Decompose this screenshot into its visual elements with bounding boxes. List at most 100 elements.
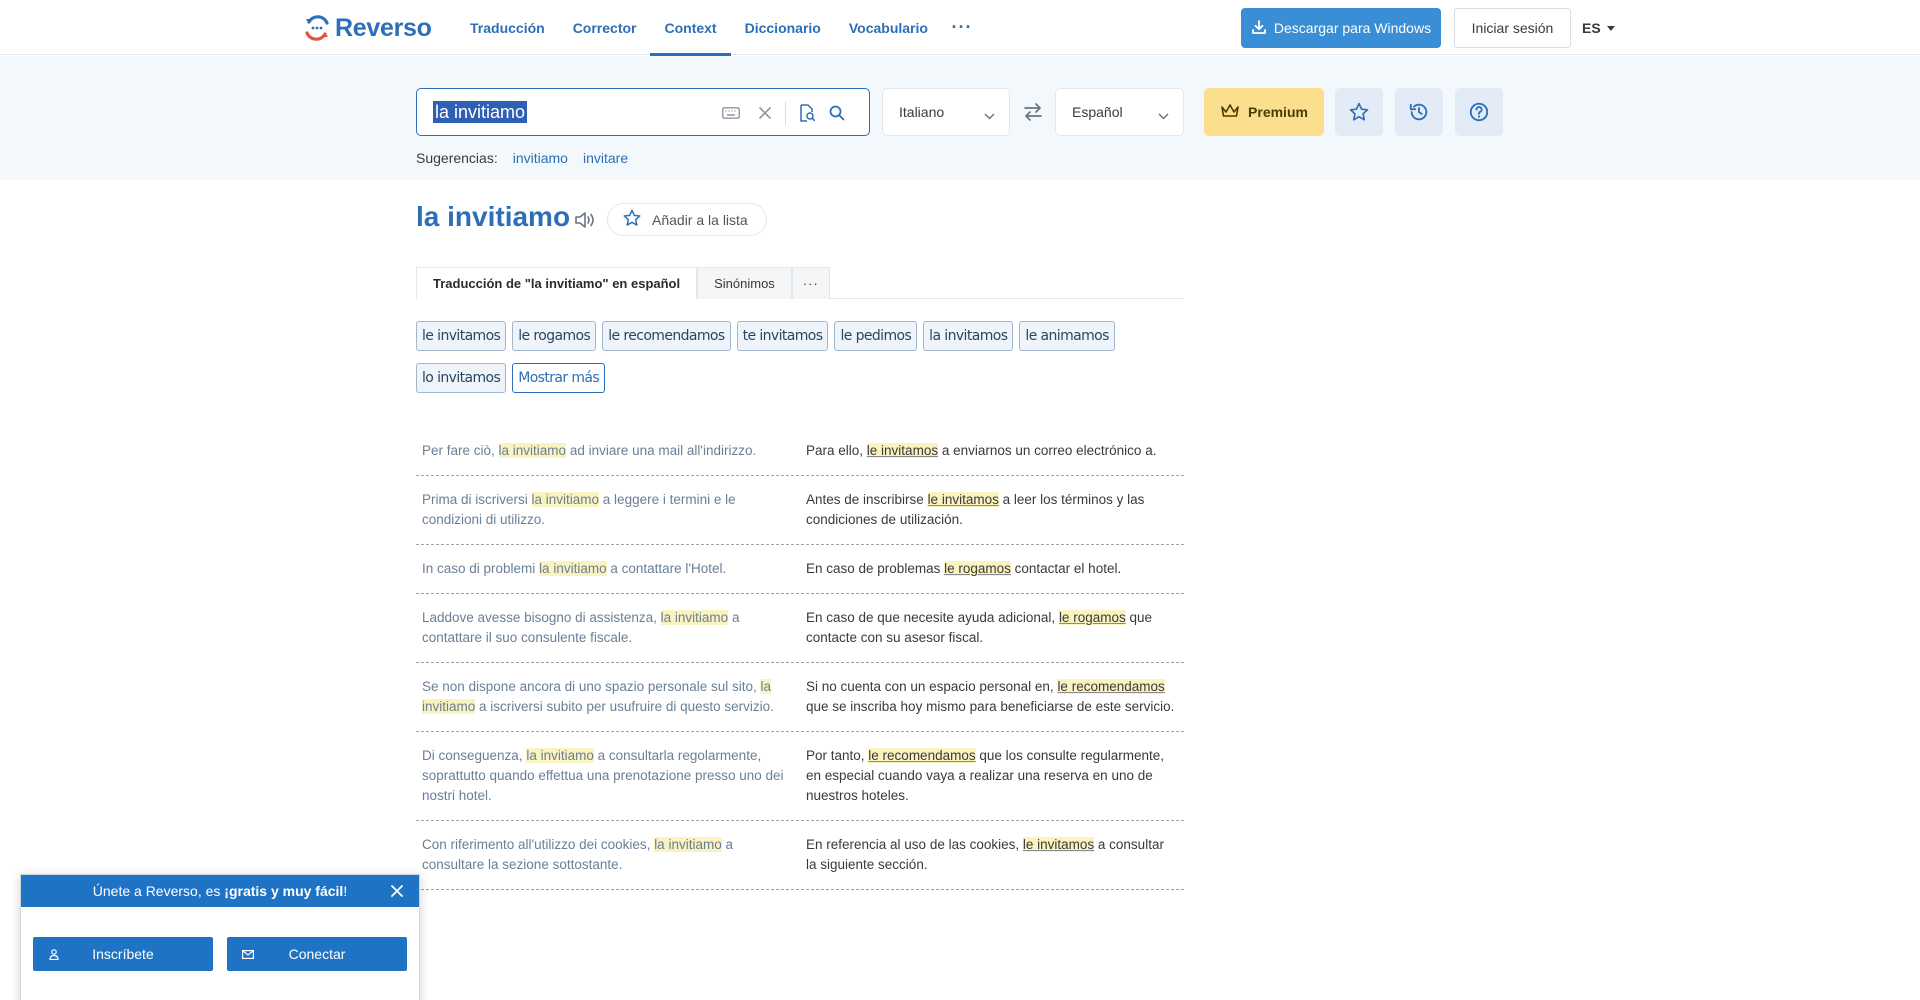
sentence-text: a contattare l'Hotel. [606, 561, 727, 576]
caret-down-icon [1606, 25, 1615, 31]
sentence-text: En caso de problemas [806, 561, 945, 576]
tab-synonyms[interactable]: Sinónimos [697, 267, 792, 299]
nav-traduccion[interactable]: Traducción [456, 0, 559, 55]
crown-icon [1220, 103, 1240, 122]
sentence-text: En referencia al uso de las cookies, [806, 837, 1023, 852]
translation-chip[interactable]: le invitamos [416, 321, 507, 351]
source-language-value: Italiano [899, 104, 945, 120]
translation-chip[interactable]: le recomendamos [602, 321, 731, 351]
suggestion-link[interactable]: invitiamo [513, 150, 568, 166]
download-windows-button[interactable]: Descargar para Windows [1241, 8, 1441, 48]
document-search-icon[interactable] [795, 101, 819, 125]
highlighted-phrase[interactable]: le invitamos [927, 492, 999, 507]
highlighted-phrase[interactable]: le recomendamos [868, 748, 976, 763]
suggestion-link[interactable]: invitare [583, 150, 628, 166]
example-row: Per fare ciò, la invitiamo ad inviare un… [416, 427, 1184, 476]
reverso-logo[interactable]: Reverso [303, 12, 432, 44]
example-source-sentence: In caso di problemi la invitiamo a conta… [416, 559, 800, 579]
history-icon[interactable] [1395, 88, 1443, 136]
sentence-text: En caso de que necesite ayuda adicional, [806, 610, 1059, 625]
example-row: Di conseguenza, la invitiamo a consultar… [416, 732, 1184, 821]
example-source-sentence: Con riferimento all'utilizzo dei cookies… [416, 835, 800, 875]
search-divider [785, 101, 786, 125]
translation-chip[interactable]: le animamos [1019, 321, 1115, 351]
translation-chip[interactable]: le pedimos [834, 321, 918, 351]
search-icon[interactable] [825, 101, 849, 125]
search-input[interactable]: la invitiamo [416, 88, 870, 136]
highlighted-phrase: la invitiamo [654, 837, 722, 852]
sentence-text: que se inscriba hoy mismo para beneficia… [806, 699, 1175, 714]
nav-diccionario[interactable]: Diccionario [731, 0, 835, 55]
highlighted-phrase[interactable]: le rogamos [1058, 610, 1126, 625]
help-icon[interactable] [1455, 88, 1503, 136]
example-source-sentence: Se non dispone ancora di uno spazio pers… [416, 677, 800, 717]
source-language-select[interactable]: Italiano [882, 88, 1010, 136]
translation-chip[interactable]: le rogamos [512, 321, 597, 351]
nav-context[interactable]: Context [650, 0, 731, 56]
add-to-list-label: Añadir a la lista [652, 211, 748, 228]
example-target-sentence: En caso de problemas le rogamos contacta… [800, 559, 1184, 579]
search-section: la invitiamo Italiano Español Premium Su… [0, 56, 1920, 180]
tab-more[interactable]: ··· [791, 267, 830, 299]
highlighted-phrase[interactable]: le recomendamos [1057, 679, 1165, 694]
example-row: Se non dispone ancora di uno spazio pers… [416, 663, 1184, 732]
clear-icon[interactable] [753, 101, 777, 125]
premium-label: Premium [1248, 104, 1308, 120]
example-source-sentence: Per fare ciò, la invitiamo ad inviare un… [416, 441, 800, 461]
nav-corrector[interactable]: Corrector [559, 0, 651, 55]
highlighted-phrase: la invitiamo [498, 443, 567, 458]
example-target-sentence: Para ello, le invitamos a enviarnos un c… [800, 441, 1184, 461]
sentence-text: a iscriversi subito per usufruire di que… [475, 699, 774, 714]
speaker-icon[interactable] [572, 208, 598, 232]
close-icon[interactable] [389, 883, 405, 899]
connect-button[interactable]: Conectar [227, 937, 407, 971]
swap-languages-icon[interactable] [1020, 100, 1046, 124]
sentence-text: Di conseguenza, [422, 748, 527, 763]
highlighted-phrase[interactable]: le rogamos [944, 561, 1011, 576]
premium-button[interactable]: Premium [1204, 88, 1324, 136]
sentence-text: Prima di iscriversi [422, 492, 532, 507]
login-button[interactable]: Iniciar sesión [1454, 8, 1571, 48]
keyboard-icon[interactable] [719, 101, 743, 125]
main-nav: Traducción Corrector Context Diccionario… [456, 0, 982, 56]
example-row: Con riferimento all'utilizzo dei cookies… [416, 821, 1184, 890]
nav-vocabulario[interactable]: Vocabulario [835, 0, 942, 55]
sentence-text: Para ello, [806, 443, 867, 458]
example-target-sentence: En caso de que necesite ayuda adicional,… [800, 608, 1184, 648]
sentence-text: Laddove avesse bisogno di assistenza, [422, 610, 661, 625]
target-language-value: Español [1072, 104, 1123, 120]
target-language-select[interactable]: Español [1055, 88, 1184, 136]
translation-chip[interactable]: lo invitamos [416, 363, 507, 393]
highlighted-phrase: la invitiamo [660, 610, 729, 625]
favorites-star-icon[interactable] [1335, 88, 1383, 136]
search-query-text[interactable]: la invitiamo [433, 101, 528, 123]
ui-language-selector[interactable]: ES [1582, 8, 1615, 48]
download-icon [1251, 19, 1267, 38]
sentence-text: ad inviare una mail all'indirizzo. [566, 443, 757, 458]
example-row: Laddove avesse bisogno di assistenza, la… [416, 594, 1184, 663]
highlighted-phrase[interactable]: le invitamos [1022, 837, 1095, 852]
highlighted-phrase: la invitiamo [539, 561, 607, 576]
highlighted-phrase[interactable]: le invitamos [866, 443, 939, 458]
nav-more-icon[interactable]: ··· [942, 0, 982, 55]
sentence-text: Por tanto, [806, 748, 869, 763]
logo-text: Reverso [335, 13, 432, 42]
example-target-sentence: Antes de inscribirse le invitamos a leer… [800, 490, 1184, 530]
sentence-text: Antes de inscribirse [806, 492, 928, 507]
example-source-sentence: Prima di iscriversi la invitiamo a legge… [416, 490, 800, 530]
popup-title: Únete a Reverso, es ¡gratis y muy fácil! [92, 883, 348, 899]
tab-translation[interactable]: Traducción de "la invitiamo" en español [416, 267, 698, 300]
signup-label: Inscríbete [92, 946, 154, 962]
download-label: Descargar para Windows [1273, 20, 1432, 36]
example-target-sentence: Si no cuenta con un espacio personal en,… [800, 677, 1184, 717]
translation-chip[interactable]: te invitamos [736, 321, 829, 351]
show-more-button[interactable]: Mostrar más [512, 363, 606, 393]
example-target-sentence: Por tanto, le recomendamos que los consu… [800, 746, 1184, 806]
sentence-text: Si no cuenta con un espacio personal en, [806, 679, 1058, 694]
top-navigation: Reverso Traducción Corrector Context Dic… [0, 0, 1920, 56]
add-to-list-button[interactable]: Añadir a la lista [607, 203, 767, 236]
translation-chip[interactable]: la invitamos [923, 321, 1014, 351]
sentence-text: Se non dispone ancora di uno spazio pers… [422, 679, 761, 694]
signup-button[interactable]: Inscríbete [33, 937, 213, 971]
example-sentences: Per fare ciò, la invitiamo ad inviare un… [416, 427, 1184, 890]
